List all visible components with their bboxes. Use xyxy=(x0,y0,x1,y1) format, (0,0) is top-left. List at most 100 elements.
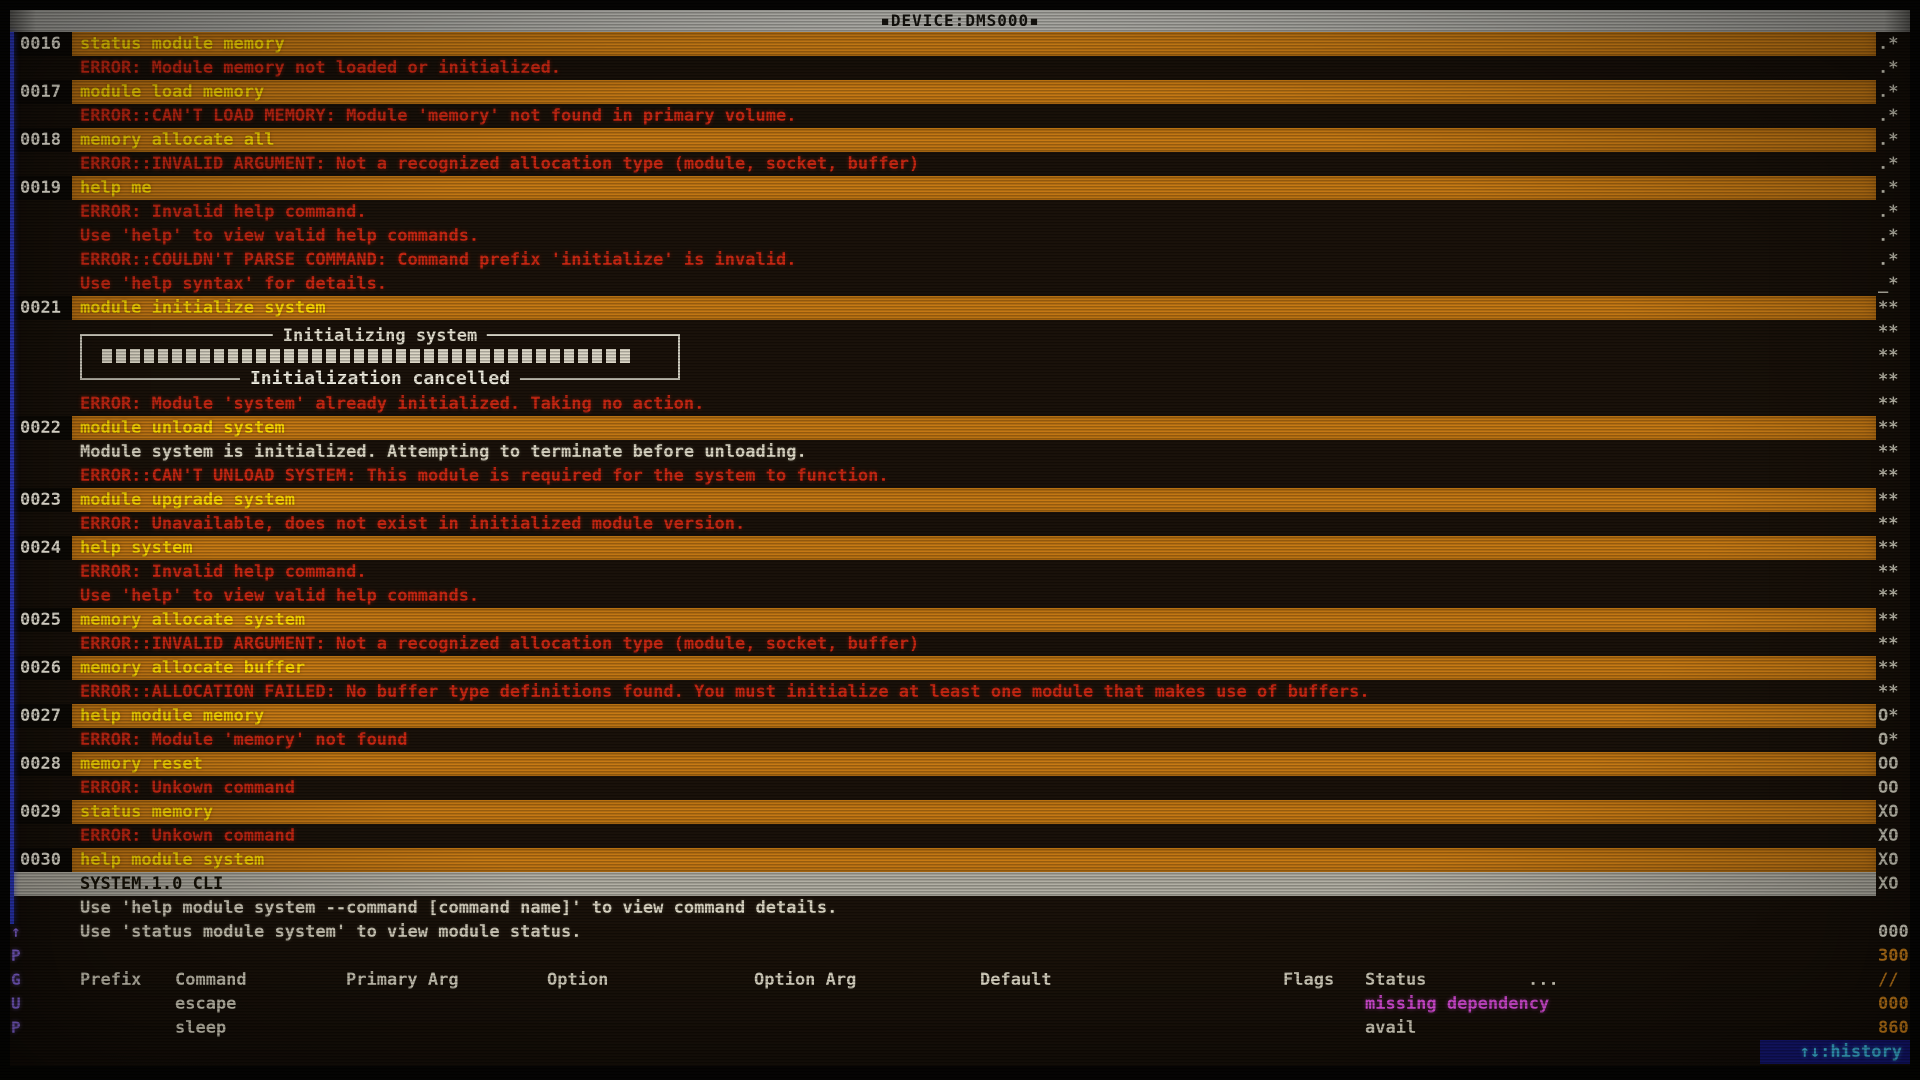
status-marker: ** xyxy=(1878,512,1910,536)
status-marker: ** xyxy=(1878,632,1910,656)
line-number: 0023 xyxy=(10,488,72,512)
title-bar: ▪DEVICE:DMS000▪ xyxy=(10,10,1910,32)
status-marker: .* xyxy=(1878,176,1910,200)
command-history-line[interactable]: 0018memory allocate all xyxy=(10,128,1876,152)
status-marker: ** xyxy=(1878,296,1910,320)
command-history-line[interactable]: 0030help module system xyxy=(10,848,1876,872)
command-bar: module unload system xyxy=(72,416,1876,440)
error-line: ERROR::INVALID ARGUMENT: Not a recognize… xyxy=(10,632,1876,656)
command-history-line[interactable]: 0019help me xyxy=(10,176,1876,200)
status-marker: ** xyxy=(1878,536,1910,560)
command-history-line[interactable]: 0025memory allocate system xyxy=(10,608,1876,632)
status-marker: 000 xyxy=(1878,992,1910,1016)
error-line: Use 'help' to view valid help commands. xyxy=(10,584,1876,608)
command-bar: module load memory xyxy=(72,80,1876,104)
line-number: 0017 xyxy=(10,80,72,104)
progress-block xyxy=(102,349,112,363)
output-line: Use 'help module system --command [comma… xyxy=(10,896,1876,920)
command-bar: help module system xyxy=(72,848,1876,872)
command-text: memory reset xyxy=(72,754,203,774)
table-cell-flags xyxy=(1283,992,1365,1016)
line-number: 0025 xyxy=(10,608,72,632)
command-history-line[interactable]: 0022module unload system xyxy=(10,416,1876,440)
pgup-indicator: ↑PGUP xyxy=(11,920,29,1040)
command-history-line[interactable]: 0024help system xyxy=(10,536,1876,560)
command-history-line[interactable]: 0016status module memory xyxy=(10,32,1876,56)
progress-block xyxy=(536,349,546,363)
table-header-cell: Option Arg xyxy=(754,968,980,992)
status-marker: 860 xyxy=(1878,1016,1910,1040)
status-marker: ** xyxy=(1878,464,1910,488)
table-header-cell: Option xyxy=(547,968,754,992)
command-text: module upgrade system xyxy=(72,490,295,510)
table-cell-more xyxy=(1528,992,1876,1016)
command-bar: memory allocate buffer xyxy=(72,656,1876,680)
command-text: memory allocate buffer xyxy=(72,658,305,678)
init-dialog-box: Initializing systemInitialization cancel… xyxy=(80,334,680,380)
command-history-line[interactable]: 0029status memory xyxy=(10,800,1876,824)
table-cell-option_arg xyxy=(754,1016,980,1040)
command-bar: status module memory xyxy=(72,32,1876,56)
progress-block xyxy=(228,349,238,363)
blank-line xyxy=(10,944,1876,968)
status-gutter: .*.*.*.*.*.*.*.*.*.*_*******************… xyxy=(1878,32,1910,1064)
progress-block xyxy=(578,349,588,363)
progress-block xyxy=(270,349,280,363)
line-number: 0024 xyxy=(10,536,72,560)
progress-block xyxy=(382,349,392,363)
status-marker: ** xyxy=(1878,608,1910,632)
error-line: ERROR: Unkown command xyxy=(10,776,1876,800)
progress-block xyxy=(130,349,140,363)
command-text: help system xyxy=(72,538,193,558)
command-history-line[interactable]: 0023module upgrade system xyxy=(10,488,1876,512)
error-line: ERROR: Invalid help command. xyxy=(10,560,1876,584)
status-marker: .* xyxy=(1878,224,1910,248)
command-bar: module upgrade system xyxy=(72,488,1876,512)
command-history-line[interactable]: 0017module load memory xyxy=(10,80,1876,104)
command-bar: memory reset xyxy=(72,752,1876,776)
command-text: memory allocate all xyxy=(72,130,274,150)
command-text: status module memory xyxy=(72,34,285,54)
status-marker: ** xyxy=(1878,488,1910,512)
table-header-cell: Primary Arg xyxy=(346,968,547,992)
status-marker: 300 xyxy=(1878,944,1910,968)
status-marker: ** xyxy=(1878,416,1910,440)
error-line: ERROR::ALLOCATION FAILED: No buffer type… xyxy=(10,680,1876,704)
progress-block xyxy=(200,349,210,363)
progress-block xyxy=(480,349,490,363)
terminal-screen[interactable]: ▪DEVICE:DMS000▪ 0016status module memory… xyxy=(10,10,1910,1066)
command-history-line[interactable]: 0021module initialize system xyxy=(10,296,1876,320)
command-bar: help module memory xyxy=(72,704,1876,728)
status-marker: ** xyxy=(1878,680,1910,704)
scrollbar-thumb[interactable] xyxy=(10,32,14,924)
status-marker: .* xyxy=(1878,128,1910,152)
command-history-line[interactable]: 0027help module memory xyxy=(10,704,1876,728)
status-marker: .* xyxy=(1878,248,1910,272)
table-cell-primary_arg xyxy=(346,992,547,1016)
progress-block xyxy=(396,349,406,363)
status-marker xyxy=(1878,896,1910,920)
progress-block xyxy=(466,349,476,363)
line-number: 0022 xyxy=(10,416,72,440)
table-header-row: PrefixCommandPrimary ArgOptionOption Arg… xyxy=(10,968,1876,992)
progress-block xyxy=(606,349,616,363)
status-marker: ** xyxy=(1878,392,1910,416)
command-history-line[interactable]: 0026memory allocate buffer xyxy=(10,656,1876,680)
command-history-line[interactable]: 0028memory reset xyxy=(10,752,1876,776)
table-cell-option xyxy=(547,1016,754,1040)
pgup-char: U xyxy=(11,992,29,1016)
status-marker: 000 xyxy=(1878,920,1910,944)
command-text: status memory xyxy=(72,802,213,822)
table-cell-flags xyxy=(1283,1016,1365,1040)
table-header-cell: ... xyxy=(1528,968,1876,992)
status-marker: .* xyxy=(1878,80,1910,104)
history-hint: ↑↓:history xyxy=(1760,1040,1910,1064)
progress-block xyxy=(564,349,574,363)
command-bar: memory allocate all xyxy=(72,128,1876,152)
terminal-output: 0016status module memoryERROR: Module me… xyxy=(10,32,1876,1040)
table-cell-more xyxy=(1528,1016,1876,1040)
progress-block xyxy=(340,349,350,363)
table-cell-default xyxy=(980,1016,1283,1040)
table-cell-option_arg xyxy=(754,992,980,1016)
progress-block xyxy=(438,349,448,363)
